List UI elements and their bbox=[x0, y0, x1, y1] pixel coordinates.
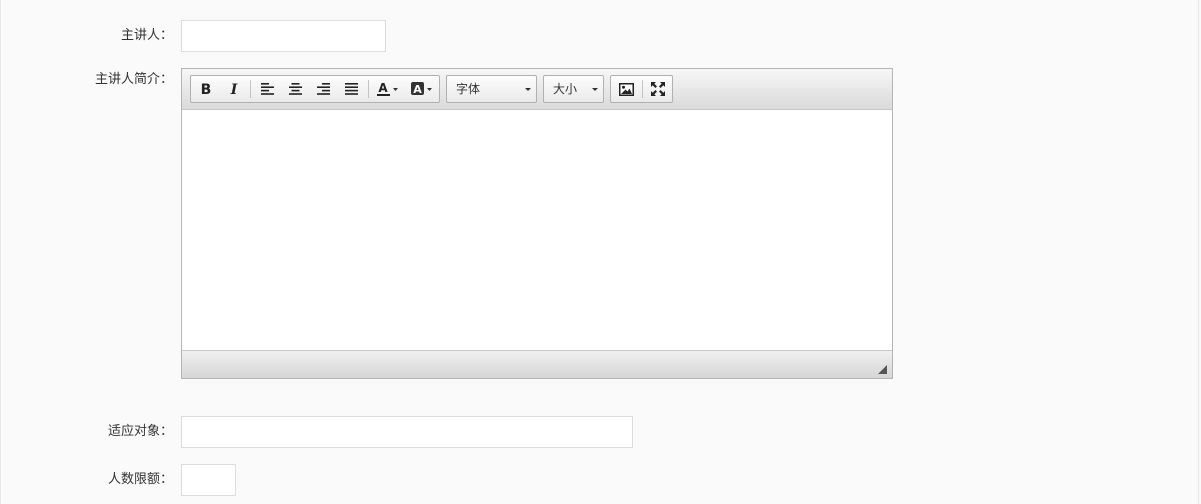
chevron-down-icon bbox=[592, 88, 598, 91]
limit-input[interactable] bbox=[181, 464, 236, 496]
bold-button[interactable]: B bbox=[192, 76, 220, 102]
fullscreen-icon bbox=[651, 82, 665, 96]
align-left-icon bbox=[260, 83, 274, 95]
highlight-color-button[interactable]: A bbox=[406, 76, 438, 102]
fullscreen-button[interactable] bbox=[644, 76, 672, 102]
toolbar-separator bbox=[368, 80, 369, 98]
bold-icon: B bbox=[201, 82, 212, 96]
form-page: 主讲人： 主讲人简介： B I A A 字体 大小 适应对象： 人数限额： bbox=[0, 0, 1199, 504]
font-size-select-value: 大小 bbox=[553, 82, 578, 96]
align-center-icon bbox=[288, 83, 302, 95]
insert-image-button[interactable] bbox=[612, 76, 640, 102]
speaker-intro-label: 主讲人简介： bbox=[94, 72, 173, 87]
rich-text-editor: B I A A 字体 大小 bbox=[181, 68, 893, 379]
editor-statusbar bbox=[182, 350, 892, 378]
font-color-icon: A bbox=[377, 81, 398, 96]
toolbar-separator bbox=[250, 80, 251, 98]
align-left-button[interactable] bbox=[253, 76, 281, 102]
font-family-select-value: 字体 bbox=[456, 82, 481, 96]
highlight-color-icon: A bbox=[411, 82, 432, 96]
image-icon bbox=[618, 82, 634, 96]
chevron-down-icon bbox=[525, 88, 531, 91]
svg-text:I: I bbox=[230, 82, 238, 96]
italic-icon: I bbox=[230, 82, 238, 96]
speaker-input[interactable] bbox=[181, 20, 386, 52]
editor-toolbar: B I A A 字体 大小 bbox=[182, 69, 892, 110]
resize-handle-icon[interactable] bbox=[878, 365, 887, 374]
audience-input[interactable] bbox=[181, 416, 633, 448]
align-justify-icon bbox=[344, 83, 358, 95]
editor-content-area[interactable] bbox=[182, 110, 892, 350]
svg-text:B: B bbox=[201, 82, 212, 96]
toolbar-separator bbox=[642, 80, 643, 98]
font-family-select[interactable]: 字体 bbox=[446, 75, 537, 103]
align-justify-button[interactable] bbox=[337, 76, 365, 102]
svg-text:A: A bbox=[413, 83, 422, 96]
format-button-group: B I A A bbox=[190, 75, 440, 103]
align-center-button[interactable] bbox=[281, 76, 309, 102]
align-right-icon bbox=[316, 83, 330, 95]
svg-text:A: A bbox=[378, 81, 388, 95]
audience-label: 适应对象： bbox=[107, 424, 173, 439]
speaker-label: 主讲人： bbox=[120, 28, 173, 43]
limit-label: 人数限额： bbox=[107, 472, 173, 487]
italic-button[interactable]: I bbox=[220, 76, 248, 102]
font-color-button[interactable]: A bbox=[372, 76, 404, 102]
insert-button-group bbox=[610, 75, 673, 103]
font-size-select[interactable]: 大小 bbox=[543, 75, 604, 103]
align-right-button[interactable] bbox=[309, 76, 337, 102]
